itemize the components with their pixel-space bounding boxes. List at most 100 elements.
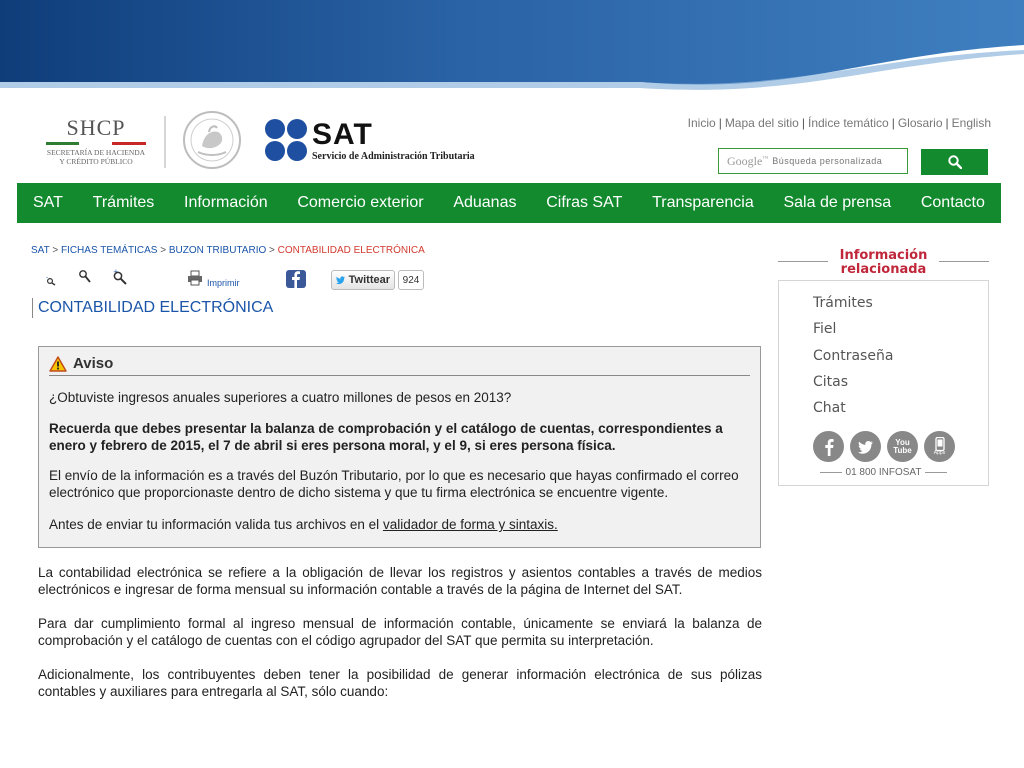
related-info-panel: Trámites Fiel Contraseña Citas Chat You … <box>778 280 989 486</box>
search-icon <box>947 155 962 169</box>
apps-label: Apps <box>933 450 946 456</box>
twitter-icon <box>857 440 873 454</box>
facebook-social-button[interactable] <box>813 431 844 462</box>
sat-logo-subtitle: Servicio de Administración Tributaria <box>312 151 475 162</box>
body-paragraph-1: La contabilidad electrónica se refiere a… <box>38 565 762 597</box>
notice-title: Aviso <box>73 355 114 372</box>
breadcrumb: SAT > FICHAS TEMÁTICAS > BUZON TRIBUTARI… <box>31 245 425 256</box>
google-brand-text: Google <box>727 153 763 168</box>
warning-icon <box>49 355 67 372</box>
top-link-indice[interactable]: Índice temático <box>808 116 889 130</box>
article-body: La contabilidad electrónica se refiere a… <box>38 564 762 717</box>
breadcrumb-item-buzon[interactable]: BUZON TRIBUTARIO <box>169 245 266 256</box>
nav-item-cifras-sat[interactable]: Cifras SAT <box>546 194 622 212</box>
related-info-heading: Información relacionada <box>778 248 989 280</box>
related-link-citas[interactable]: Citas <box>813 374 848 390</box>
sat-dots-icon <box>264 118 308 162</box>
body-paragraph-3: Adicionalmente, los contribuyentes deben… <box>38 667 762 699</box>
related-info-title-1: Información <box>839 248 928 263</box>
top-link-inicio[interactable]: Inicio <box>688 116 716 130</box>
notice-envio: El envío de la información es a través d… <box>49 468 739 500</box>
related-link-item: Chat <box>813 398 893 424</box>
nav-item-transparencia[interactable]: Transparencia <box>652 194 754 212</box>
zoom-in-button[interactable]: + <box>112 268 128 286</box>
youtube-icon: You Tube <box>893 437 912 455</box>
zoom-in-icon: + <box>113 268 127 285</box>
zoom-out-icon: - <box>46 274 56 286</box>
twitter-icon <box>336 276 345 285</box>
phone-line: 01 800 INFOSAT <box>779 467 988 478</box>
notice-validate: Antes de enviar tu información valida tu… <box>49 516 750 533</box>
tweet-label: Twittear <box>348 274 390 286</box>
nav-item-sala-de-prensa[interactable]: Sala de prensa <box>783 194 891 212</box>
phone-number[interactable]: 01 800 INFOSAT <box>846 467 922 478</box>
nav-item-informacion[interactable]: Información <box>184 194 268 212</box>
nav-item-contacto[interactable]: Contacto <box>921 194 985 212</box>
sat-logo-name: SAT <box>312 118 373 151</box>
related-link-fiel[interactable]: Fiel <box>813 321 836 337</box>
related-link-item: Trámites <box>813 293 893 319</box>
shcp-logo-name: SHCP <box>66 115 126 140</box>
notice-reminder: Recuerda que debes presentar la balanza … <box>49 421 723 453</box>
related-link-item: Citas <box>813 372 893 398</box>
breadcrumb-item-fichas[interactable]: FICHAS TEMÁTICAS <box>61 245 158 256</box>
national-seal-icon <box>183 111 241 169</box>
nav-item-comercio-exterior[interactable]: Comercio exterior <box>297 194 423 212</box>
shcp-logo-subtitle-2: y Crédito Público <box>59 157 133 166</box>
top-link-mapa[interactable]: Mapa del sitio <box>725 116 799 130</box>
zoom-reset-button[interactable] <box>78 268 92 284</box>
notice-box: Aviso ¿Obtuviste ingresos anuales superi… <box>38 346 761 548</box>
apps-icon <box>934 437 945 451</box>
youtube-social-button[interactable]: You Tube <box>887 431 918 462</box>
top-link-english[interactable]: English <box>952 116 991 130</box>
logo-divider <box>164 116 166 168</box>
related-links: Trámites Fiel Contraseña Citas Chat <box>813 293 893 424</box>
related-link-tramites[interactable]: Trámites <box>813 295 873 311</box>
shcp-logo[interactable]: SHCP Secretaría de Hacienda y Crédito Pú… <box>40 116 152 168</box>
print-button[interactable]: Imprimir <box>187 268 240 288</box>
google-brand: Google™ <box>727 153 769 168</box>
top-links: Inicio | Mapa del sitio | Índice temático | Gl… <box>687 116 991 130</box>
page-tools: - + Imprimir Twittear 924 <box>44 268 444 292</box>
apps-social-button[interactable]: Apps <box>924 431 955 462</box>
breadcrumb-separator: > <box>160 245 167 256</box>
main-nav: SAT Trámites Información Comercio exteri… <box>17 183 1001 223</box>
nav-item-aduanas[interactable]: Aduanas <box>453 194 516 212</box>
related-link-item: Contraseña <box>813 346 893 372</box>
printer-icon <box>188 270 202 286</box>
shcp-logo-rule <box>46 142 146 145</box>
related-link-item: Fiel <box>813 319 893 345</box>
top-link-glosario[interactable]: Glosario <box>898 116 943 130</box>
nav-item-sat[interactable]: SAT <box>33 194 63 212</box>
search-box[interactable]: Google™ <box>718 148 908 174</box>
facebook-share-button[interactable] <box>286 270 306 288</box>
related-info-title-2: relacionada <box>840 262 927 277</box>
shcp-logo-subtitle-1: Secretaría de Hacienda <box>46 148 146 157</box>
facebook-icon <box>286 270 306 288</box>
print-label: Imprimir <box>207 278 240 288</box>
breadcrumb-item-sat[interactable]: SAT <box>31 245 50 256</box>
nav-item-tramites[interactable]: Trámites <box>93 194 155 212</box>
twitter-social-button[interactable] <box>850 431 881 462</box>
related-link-contrasena[interactable]: Contraseña <box>813 348 893 364</box>
related-link-chat[interactable]: Chat <box>813 400 846 416</box>
breadcrumb-current: CONTABILIDAD ELECTRÓNICA <box>277 245 425 256</box>
validator-link[interactable]: validador de forma y sintaxis. <box>383 517 558 532</box>
body-paragraph-2: Para dar cumplimiento formal al ingreso … <box>38 616 762 648</box>
search-input[interactable] <box>772 156 893 166</box>
notice-validate-text: Antes de enviar tu información valida tu… <box>49 517 383 532</box>
social-links: You Tube Apps <box>813 431 955 463</box>
breadcrumb-separator: > <box>269 245 275 256</box>
page-title: CONTABILIDAD ELECTRÓNICA <box>32 298 273 318</box>
notice-question: ¿Obtuviste ingresos anuales superiores a… <box>49 390 512 405</box>
zoom-reset-icon <box>79 270 91 283</box>
breadcrumb-separator: > <box>52 245 59 256</box>
notice-header: Aviso <box>49 355 750 376</box>
sat-logo[interactable]: SAT Servicio de Administración Tributari… <box>264 118 494 164</box>
search-button[interactable] <box>921 149 988 175</box>
facebook-icon <box>824 438 834 456</box>
header-banner <box>0 0 1024 90</box>
zoom-out-button[interactable]: - <box>46 272 58 286</box>
tweet-button[interactable]: Twittear <box>331 270 395 290</box>
tweet-count: 924 <box>398 270 424 290</box>
